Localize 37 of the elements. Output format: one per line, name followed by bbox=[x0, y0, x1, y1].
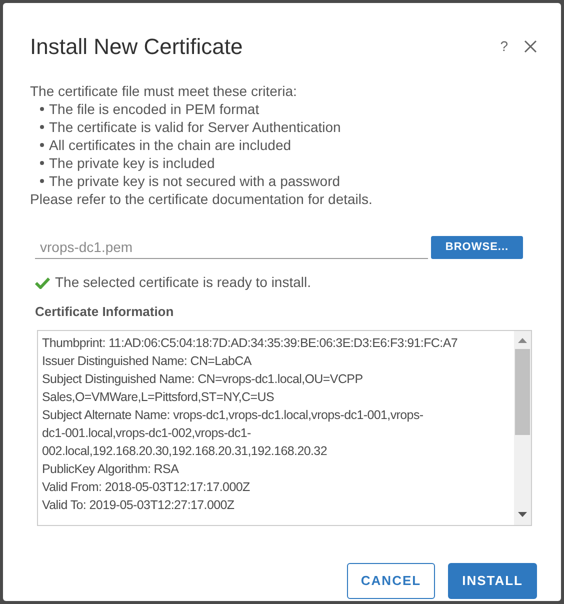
bullet-icon bbox=[40, 143, 44, 147]
criteria-item: The private key is not secured with a password bbox=[49, 172, 340, 190]
scrollbar[interactable] bbox=[514, 330, 531, 524]
criteria-note: Please refer to the certificate documentation for details. bbox=[30, 190, 374, 208]
criteria-intro: The certificate file must meet these criteria: bbox=[30, 82, 298, 100]
scroll-down-icon[interactable] bbox=[518, 512, 527, 516]
dialog-title: Install New Certificate bbox=[30, 33, 243, 61]
certificate-line: Subject Alternate Name: vrops-dc1,vrops-dc1.local,vrops-dc1-001,vrops- bbox=[42, 406, 424, 424]
certificate-text-area[interactable] bbox=[37, 330, 532, 526]
certificate-line: PublicKey Algorithm: RSA bbox=[42, 460, 180, 478]
browse-button[interactable]: BROWSE... bbox=[431, 236, 523, 259]
certificate-line: 002.local,192.168.20.30,192.168.20.31,192.168.20.32 bbox=[42, 442, 328, 460]
cancel-button[interactable]: CANCEL bbox=[346, 562, 436, 598]
install-button[interactable]: INSTALL bbox=[448, 562, 537, 598]
certificate-line: dc1-001.local,vrops-dc1-002,vrops-dc1- bbox=[42, 424, 252, 442]
certificate-line: Issuer Distinguished Name: CN=LabCA bbox=[42, 352, 252, 370]
criteria-item: All certificates in the chain are included bbox=[49, 136, 292, 154]
certificate-line: Valid From: 2018-05-03T12:17:17.000Z bbox=[42, 478, 251, 496]
bullet-icon bbox=[40, 125, 44, 129]
criteria-item: The private key is included bbox=[49, 154, 215, 172]
scrollbar-thumb[interactable] bbox=[515, 348, 530, 434]
checkmark-icon bbox=[35, 276, 50, 288]
criteria-item: The file is encoded in PEM format bbox=[49, 100, 260, 118]
certificate-line: Thumbprint: 11:AD:06:C5:04:18:7D:AD:34:35:39:BE:06:3E:D3:E6:F3:91:FC:A7 bbox=[42, 334, 459, 352]
bullet-icon bbox=[40, 179, 44, 183]
file-name-field[interactable]: vrops-dc1.pem bbox=[35, 236, 428, 259]
certificate-line: Sales,O=VMWare,L=Pittsford,ST=NY,C=US bbox=[42, 388, 276, 406]
scroll-up-icon[interactable] bbox=[518, 338, 527, 342]
close-icon[interactable] bbox=[524, 40, 537, 53]
bullet-icon bbox=[40, 161, 44, 165]
help-button[interactable]: ? bbox=[500, 36, 508, 57]
criteria-item: The certificate is valid for Server Authentication bbox=[49, 118, 341, 136]
section-label: Certificate Information bbox=[34, 303, 175, 321]
bullet-icon bbox=[40, 107, 44, 111]
certificate-line: Subject Distinguished Name: CN=vrops-dc1.local,OU=VCPP bbox=[42, 370, 364, 388]
certificate-line: Valid To: 2019-05-03T12:27:17.000Z bbox=[42, 496, 236, 514]
status-message: The selected certificate is ready to install. bbox=[55, 273, 312, 292]
